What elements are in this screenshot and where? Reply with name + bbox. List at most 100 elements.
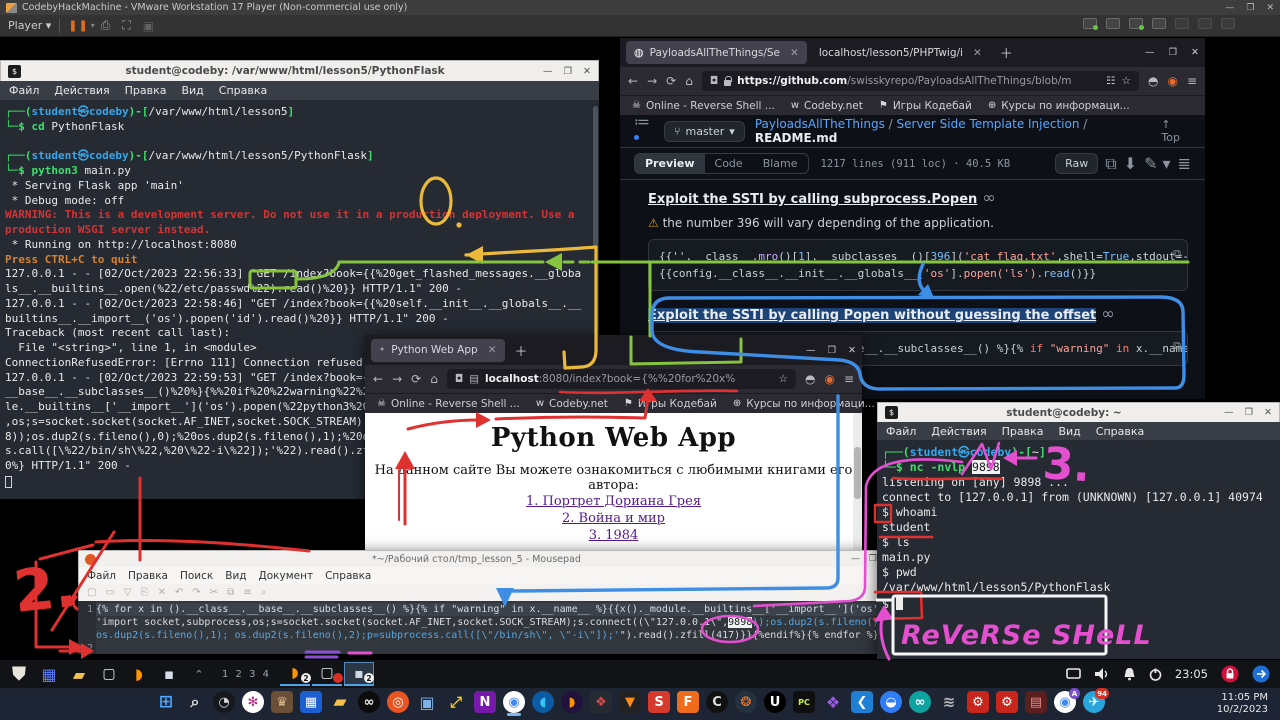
breadcrumb-repo[interactable]: PayloadsAllTheThings bbox=[755, 117, 885, 131]
vmware-minimize-button[interactable]: — bbox=[1225, 3, 1234, 13]
shield-icon[interactable]: ◘ bbox=[710, 75, 718, 87]
mousepad-tool-icon[interactable]: ⌕ bbox=[261, 587, 267, 598]
breadcrumb-folder[interactable]: Server Side Template Injection bbox=[897, 117, 1080, 131]
keyboard-icon[interactable]: ⎙ bbox=[101, 18, 111, 33]
mousepad-tool-icon[interactable]: ✕ bbox=[158, 587, 166, 598]
lock-tray-icon[interactable] bbox=[1221, 665, 1239, 683]
tab2-close-icon[interactable]: ✕ bbox=[973, 47, 982, 59]
notification-bell-icon[interactable] bbox=[1123, 667, 1136, 681]
bird-gray-icon[interactable]: ≋ bbox=[938, 691, 960, 713]
menu-item-правка[interactable]: Правка bbox=[125, 84, 167, 97]
menu-item-файл[interactable]: Файл bbox=[9, 84, 39, 97]
menu-item-документ[interactable]: Документ bbox=[259, 570, 314, 582]
bookmark-flag[interactable]: ⚑Игры Кодебай bbox=[624, 398, 717, 410]
diamond-app-icon[interactable]: ❖ bbox=[590, 691, 612, 713]
menu-item-действия[interactable]: Действия bbox=[54, 84, 109, 97]
mousepad-tool-icon[interactable]: ▭ bbox=[105, 587, 114, 598]
cinema4d-icon[interactable]: C bbox=[706, 691, 728, 713]
tab-code[interactable]: Code bbox=[705, 154, 753, 173]
tab-python-close-icon[interactable]: ✕ bbox=[488, 344, 497, 356]
menu-item-справка[interactable]: Справка bbox=[219, 84, 267, 97]
firefox2-minimize-button[interactable]: — bbox=[806, 345, 816, 356]
tab-blame[interactable]: Blame bbox=[753, 154, 808, 173]
vscode-icon[interactable]: ❮ bbox=[851, 691, 873, 713]
mousepad-tool-icon[interactable]: ↷ bbox=[192, 587, 200, 598]
bookmark-w-logo[interactable]: wCodeby.net bbox=[536, 398, 608, 410]
file-manager-icon[interactable]: ▰ bbox=[67, 662, 91, 686]
terminal-launcher-icon[interactable]: ▪ bbox=[157, 662, 181, 686]
unreal-icon[interactable]: U bbox=[764, 691, 786, 713]
mousepad-editor[interactable]: 1 2 {% for x in ().__class__.__base__.__… bbox=[78, 601, 884, 654]
copy-code-icon[interactable]: ⧉ bbox=[1173, 245, 1181, 262]
firefox1-close-button[interactable]: ✕ bbox=[1191, 47, 1199, 58]
onenote-icon[interactable]: N bbox=[474, 691, 496, 713]
firefox-window-pythonapp[interactable]: •Python Web App✕ ＋ — ❐ ✕ ← → ⟳ ⌂ ◘ ▤ loc… bbox=[365, 335, 862, 560]
firefox-account-icon[interactable]: ◉ bbox=[1167, 74, 1177, 88]
vmware-close-button[interactable]: ✕ bbox=[1266, 3, 1274, 13]
slack-icon[interactable]: ✻ bbox=[242, 691, 264, 713]
menu-item-файл[interactable]: Файл bbox=[886, 425, 916, 438]
tab-preview[interactable]: Preview bbox=[635, 154, 705, 173]
terminal1-scrollbar[interactable] bbox=[593, 106, 598, 246]
file-explorer-icon[interactable]: ▰ bbox=[329, 691, 351, 713]
mousepad-tool-icon[interactable]: ▽ bbox=[124, 587, 132, 598]
menu-item-действия[interactable]: Действия bbox=[931, 425, 986, 438]
edit-icon[interactable]: ✎ ▾ bbox=[1144, 154, 1171, 173]
book-link-2[interactable]: 2. Война и мир bbox=[365, 510, 862, 527]
heading1-link-icon[interactable]: ∞ bbox=[982, 188, 995, 207]
printer-device-icon[interactable] bbox=[1198, 18, 1212, 29]
tab1-close-icon[interactable]: ✕ bbox=[790, 47, 799, 59]
mousepad-tool-icon[interactable]: ✂ bbox=[210, 587, 218, 598]
pause-dropdown[interactable]: ▾ bbox=[91, 21, 95, 30]
book-link-1[interactable]: 1. Портрет Дориана Грея bbox=[365, 493, 862, 510]
usb-device-icon[interactable] bbox=[1152, 18, 1166, 29]
menu-item-вид[interactable]: Вид bbox=[1058, 425, 1080, 438]
menu-item-вид[interactable]: Вид bbox=[225, 570, 246, 582]
copy-code2-icon[interactable]: ⧉ bbox=[1173, 337, 1181, 354]
menu-item-файл[interactable]: Файл bbox=[87, 570, 116, 582]
terminal2-output[interactable]: ┌──(student㉿codeby)-[~]└─$ nc -nvlp 9898… bbox=[877, 440, 1280, 659]
tab-python-web-app[interactable]: •Python Web App✕ bbox=[371, 339, 505, 362]
carrot-app-icon[interactable]: ▼ bbox=[619, 691, 641, 713]
gear-red-1-icon[interactable]: ⚙ bbox=[967, 691, 989, 713]
back-icon-2[interactable]: ← bbox=[373, 372, 383, 386]
mousepad-tool-icon[interactable]: ▢ bbox=[87, 587, 96, 598]
back-icon[interactable]: ← bbox=[628, 74, 638, 88]
panel-expand-icon[interactable]: ⌃ bbox=[187, 662, 211, 686]
ssti-popen-heading[interactable]: Exploit the SSTI by calling Popen withou… bbox=[648, 308, 1096, 323]
shield-icon-2[interactable]: ◘ bbox=[455, 373, 463, 385]
download-icon[interactable]: ⬇ bbox=[1124, 154, 1137, 173]
calendar-icon[interactable]: ▦ bbox=[300, 691, 322, 713]
firefox-launcher-icon[interactable]: ◗ bbox=[127, 662, 151, 686]
tab-localhost-phptwig[interactable]: localhost/lesson5/PHPTwig/i✕ bbox=[811, 41, 990, 64]
book-link-3[interactable]: 3. 1984 bbox=[365, 527, 862, 544]
reader-icon[interactable]: ☷ bbox=[1106, 75, 1115, 87]
firefox-icon[interactable]: ◗ bbox=[561, 691, 583, 713]
firefox-window-button[interactable]: ◗2 bbox=[280, 662, 310, 686]
terminal2-maximize-button[interactable]: ❐ bbox=[1245, 407, 1254, 418]
workspace-switcher[interactable]: 1 2 3 4 bbox=[222, 669, 271, 680]
firefox-account-icon-2[interactable]: ◉ bbox=[824, 372, 834, 386]
power-icon[interactable] bbox=[1149, 668, 1162, 681]
pause-icon[interactable]: ❚❚ bbox=[68, 19, 88, 32]
bookmark-skull[interactable]: ☠Online - Reverse Shell ... bbox=[632, 100, 775, 112]
chrome-profile-icon[interactable]: ◉A bbox=[1054, 691, 1076, 713]
mousepad-tool-icon[interactable]: ↶ bbox=[175, 587, 183, 598]
file-view-tabs[interactable]: Preview Code Blame bbox=[634, 153, 809, 174]
bookmark-w-logo[interactable]: wCodeby.net bbox=[791, 100, 863, 112]
menu-icon[interactable]: ≡ bbox=[1187, 74, 1197, 88]
ssti-subprocess-heading[interactable]: Exploit the SSTI by calling subprocess.P… bbox=[648, 192, 977, 207]
forward-icon[interactable]: → bbox=[647, 74, 657, 88]
tab-payloadsallthethings[interactable]: ◍ PayloadsAllTheThings/Se✕ bbox=[626, 41, 807, 64]
mousepad-window-button[interactable]: ▢● bbox=[312, 662, 342, 686]
firefox2-close-button[interactable]: ✕ bbox=[848, 345, 856, 356]
terminal1-close-button[interactable]: ✕ bbox=[583, 66, 591, 77]
vmware-icon[interactable]: ⤢ bbox=[445, 691, 467, 713]
mousepad-launcher-icon[interactable]: ▢ bbox=[97, 662, 121, 686]
bookmark-globe[interactable]: ⊕Курсы по информаци... bbox=[733, 398, 875, 410]
shortcut-oval-icon[interactable]: ∞ bbox=[358, 691, 380, 713]
volume-icon[interactable] bbox=[1094, 667, 1110, 681]
menu-item-поиск[interactable]: Поиск bbox=[180, 570, 213, 582]
gear-red-2-icon[interactable]: ⚙ bbox=[996, 691, 1018, 713]
bookmark-skull[interactable]: ☠Online - Reverse Shell ... bbox=[377, 398, 520, 410]
